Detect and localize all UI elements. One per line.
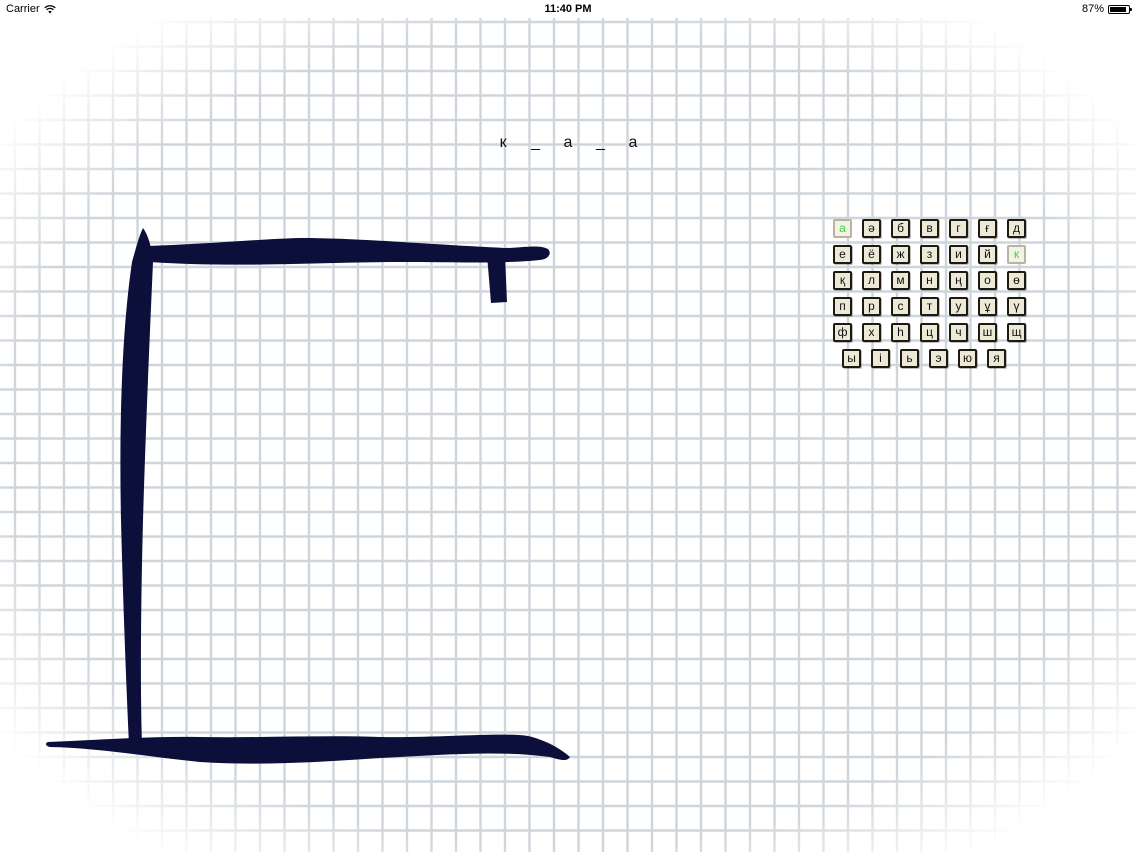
letter-key-pe[interactable]: п <box>833 297 852 316</box>
letter-key-ghe[interactable]: ғ <box>978 219 997 238</box>
letter-key-ve[interactable]: в <box>920 219 939 238</box>
gallows-shapes <box>45 228 570 764</box>
letter-key-io[interactable]: ё <box>862 245 881 264</box>
gallows-rope <box>487 255 507 303</box>
gallows-post <box>120 228 153 745</box>
letter-keyboard: а ә б в г ғ д е ё ж з и й к қ л м н ң о … <box>833 219 1036 375</box>
letter-key-u[interactable]: у <box>949 297 968 316</box>
letter-key-eng[interactable]: ң <box>949 271 968 290</box>
letter-key-short-i[interactable]: й <box>978 245 997 264</box>
letter-key-ka[interactable]: к <box>1007 245 1026 264</box>
letter-key-de[interactable]: д <box>1007 219 1026 238</box>
letter-key-em[interactable]: м <box>891 271 910 290</box>
letter-key-ya[interactable]: я <box>987 349 1006 368</box>
word-slot: а <box>628 134 638 151</box>
letter-key-en[interactable]: н <box>920 271 939 290</box>
letter-key-yeru[interactable]: ы <box>842 349 861 368</box>
battery-level-fill <box>1110 6 1126 12</box>
letter-key-sha[interactable]: ш <box>978 323 997 342</box>
letter-key-ze[interactable]: з <box>920 245 939 264</box>
keyboard-row: қ л м н ң о ө <box>833 271 1036 297</box>
letter-key-o[interactable]: о <box>978 271 997 290</box>
letter-key-a[interactable]: а <box>833 219 852 238</box>
letter-key-el[interactable]: л <box>862 271 881 290</box>
keyboard-row: а ә б в г ғ д <box>833 219 1036 245</box>
letter-key-ge[interactable]: г <box>949 219 968 238</box>
letter-key-yu[interactable]: ю <box>958 349 977 368</box>
word-slot: а <box>563 134 573 151</box>
battery-group: 87% <box>1081 3 1132 15</box>
letter-key-straight-u[interactable]: ү <box>1007 297 1026 316</box>
letter-key-soft-sign[interactable]: ь <box>900 349 919 368</box>
word-slot: к <box>499 134 507 151</box>
word-slot: _ <box>531 134 540 151</box>
letter-key-straight-u-stroke[interactable]: ұ <box>978 297 997 316</box>
letter-key-es[interactable]: с <box>891 297 910 316</box>
letter-key-che[interactable]: ч <box>949 323 968 342</box>
keyboard-row: е ё ж з и й к <box>833 245 1036 271</box>
letter-key-schwa[interactable]: ә <box>862 219 881 238</box>
letter-key-zhe[interactable]: ж <box>891 245 910 264</box>
letter-key-ef[interactable]: ф <box>833 323 852 342</box>
battery-percent: 87% <box>1081 3 1104 15</box>
letter-key-barred-o[interactable]: ө <box>1007 271 1026 290</box>
game-screen: Carrier 11:40 PM 87% к _ а _ а а ә б в г… <box>0 0 1136 852</box>
letter-key-te[interactable]: т <box>920 297 939 316</box>
letter-key-qa[interactable]: қ <box>833 271 852 290</box>
status-bar: Carrier 11:40 PM 87% <box>0 0 1136 18</box>
battery-icon <box>1108 4 1132 14</box>
gallows-drawing <box>45 228 570 764</box>
gallows-base <box>45 734 570 764</box>
keyboard-row: ы і ь э ю я <box>833 349 1036 375</box>
letter-key-shha[interactable]: һ <box>891 323 910 342</box>
keyboard-row: п р с т у ұ ү <box>833 297 1036 323</box>
letter-key-tse[interactable]: ц <box>920 323 939 342</box>
letter-key-be[interactable]: б <box>891 219 910 238</box>
letter-key-shcha[interactable]: щ <box>1007 323 1026 342</box>
letter-key-i[interactable]: и <box>949 245 968 264</box>
letter-key-ha[interactable]: х <box>862 323 881 342</box>
letter-key-er[interactable]: р <box>862 297 881 316</box>
masked-word: к _ а _ а <box>0 134 1136 152</box>
status-time: 11:40 PM <box>544 3 592 15</box>
letter-key-dotted-i[interactable]: і <box>871 349 890 368</box>
word-slot: _ <box>596 134 605 151</box>
keyboard-row: ф х һ ц ч ш щ <box>833 323 1036 349</box>
letter-key-e[interactable]: э <box>929 349 948 368</box>
letter-key-ie[interactable]: е <box>833 245 852 264</box>
